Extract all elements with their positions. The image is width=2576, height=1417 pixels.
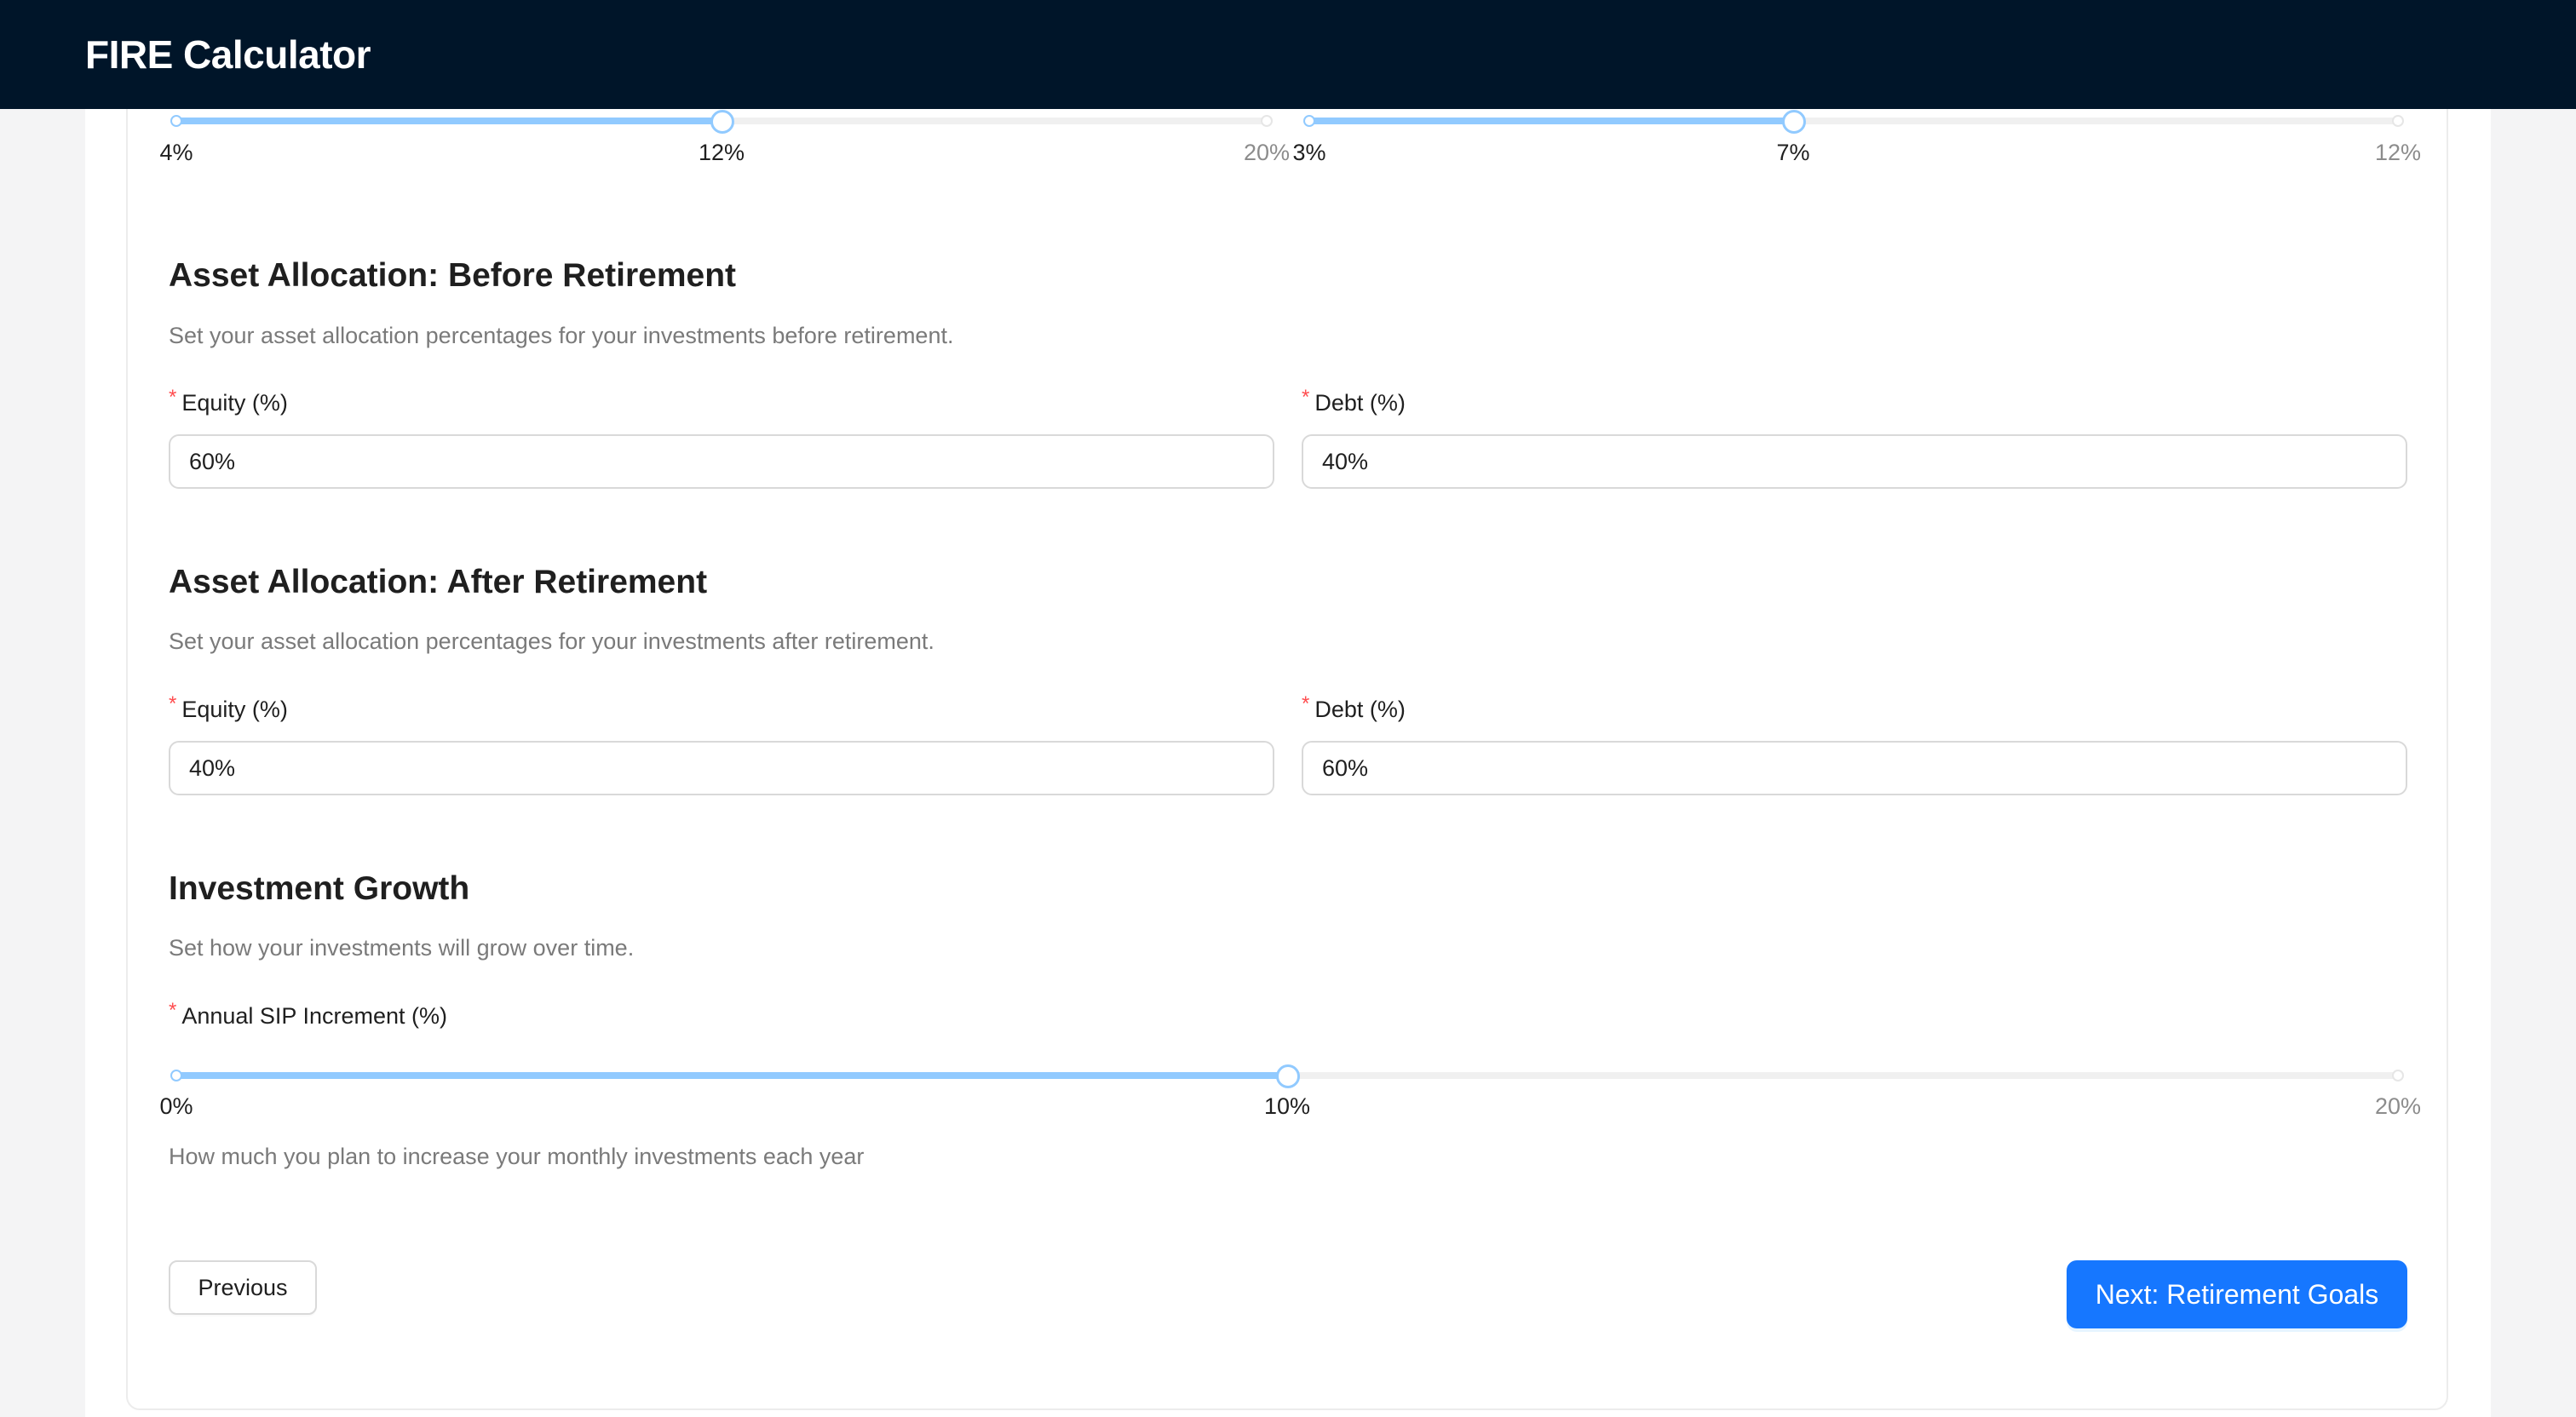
- slider-track: [176, 1072, 1287, 1079]
- slider-max-label: 12%: [2374, 140, 2422, 165]
- slider-handle[interactable]: [1782, 110, 1806, 134]
- required-asterisk: *: [1302, 386, 1310, 409]
- slider-min-label: 4%: [159, 140, 193, 165]
- section-title-after-retirement: Asset Allocation: After Retirement: [169, 564, 708, 600]
- slider-value-label: 7%: [1776, 140, 1810, 165]
- slider-min-dot: [1303, 115, 1315, 127]
- previous-button[interactable]: Previous: [169, 1260, 317, 1315]
- required-asterisk: *: [169, 999, 177, 1022]
- slider-max-label: 20%: [2374, 1093, 2422, 1119]
- app-title: FIRE Calculator: [85, 32, 371, 77]
- debt-before-label: * Debt (%): [1302, 386, 1406, 416]
- section-title-before-retirement: Asset Allocation: Before Retirement: [169, 257, 737, 294]
- slider-handle[interactable]: [1276, 1064, 1300, 1088]
- section-description-after-retirement: Set your asset allocation percentages fo…: [169, 628, 934, 654]
- debt-before-input[interactable]: 40%: [1302, 434, 2407, 489]
- slider-value-label: 10%: [1263, 1093, 1311, 1119]
- slider-rail[interactable]: [1309, 118, 2398, 124]
- sip-increment-help-text: How much you plan to increase your month…: [169, 1144, 865, 1169]
- slider-value-label: 12%: [698, 140, 745, 165]
- debt-after-input[interactable]: 60%: [1302, 741, 2407, 795]
- slider-min-label: 0%: [159, 1093, 193, 1119]
- equity-after-label: * Equity (%): [169, 692, 288, 722]
- required-asterisk: *: [169, 386, 177, 409]
- slider-min-dot: [170, 1070, 182, 1081]
- slider-track: [1309, 118, 1793, 124]
- section-title-investment-growth: Investment Growth: [169, 870, 470, 907]
- required-asterisk: *: [169, 692, 177, 715]
- debt-after-label: * Debt (%): [1302, 692, 1406, 722]
- equity-before-label: * Equity (%): [169, 386, 288, 416]
- top-navbar: FIRE Calculator: [0, 0, 2576, 109]
- slider-max-label: 20%: [1243, 140, 1291, 165]
- next-retirement-goals-button[interactable]: Next: Retirement Goals: [2067, 1260, 2407, 1328]
- equity-after-input[interactable]: 40%: [169, 741, 1274, 795]
- slider-max-dot: [2392, 1070, 2404, 1081]
- section-description-investment-growth: Set how your investments will grow over …: [169, 935, 635, 961]
- slider-max-dot: [2392, 115, 2404, 127]
- slider-track: [176, 118, 722, 124]
- equity-before-input[interactable]: 60%: [169, 434, 1274, 489]
- sip-increment-label: * Annual SIP Increment (%): [169, 999, 447, 1029]
- slider-max-dot: [1261, 115, 1273, 127]
- slider-min-dot: [170, 115, 182, 127]
- section-description-before-retirement: Set your asset allocation percentages fo…: [169, 323, 954, 348]
- slider-min-label: 3%: [1292, 140, 1326, 165]
- required-asterisk: *: [1302, 692, 1310, 715]
- slider-handle[interactable]: [710, 110, 734, 134]
